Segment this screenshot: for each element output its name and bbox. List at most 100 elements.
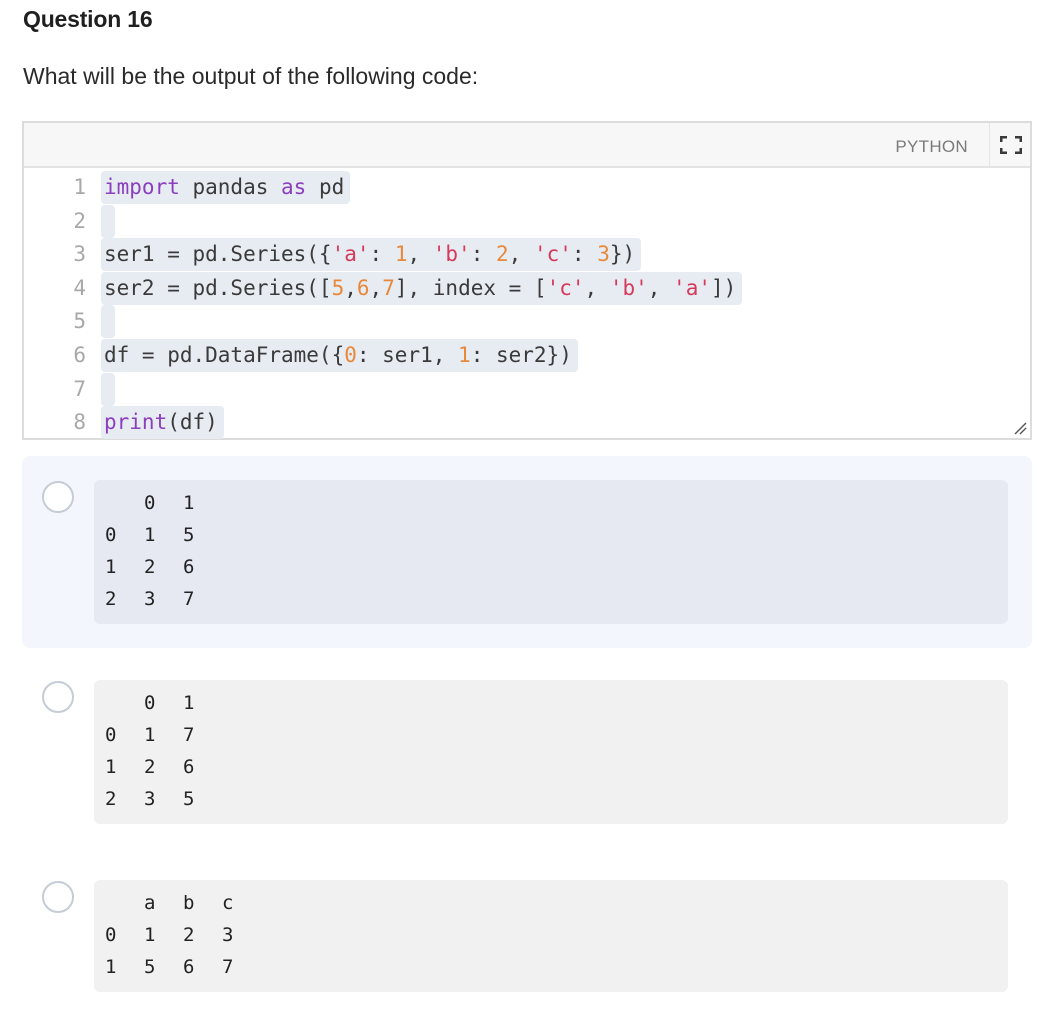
code-line: 1 import pandas as pd [24, 171, 1030, 205]
output-cell: 6 [183, 956, 195, 978]
output-cell: a [144, 892, 156, 914]
output-cell [105, 892, 144, 924]
output-cell: 2 [105, 788, 117, 810]
output-row: 0 1 5 [105, 524, 1008, 556]
code-token: 'b' [609, 275, 648, 300]
output-cell: 1 [144, 924, 156, 946]
output-cell: 2 [183, 924, 195, 946]
output-cell: 2 [105, 588, 117, 610]
output-cell: 0 [105, 724, 117, 746]
output-cell: 1 [183, 692, 195, 714]
answer-output: abc01231567 [94, 880, 1008, 992]
line-code [101, 372, 115, 406]
code-token: pd [306, 175, 345, 199]
output-cell: 7 [222, 956, 234, 978]
code-token: df = pd.DataFrame({ [104, 342, 345, 367]
question-prompt: What will be the output of the following… [23, 63, 479, 89]
code-token: ]) [710, 275, 737, 300]
code-token: , [407, 242, 433, 267]
code-token: (df) [167, 410, 218, 435]
code-token: 1 [458, 342, 471, 367]
header-divider [989, 123, 990, 166]
code-token: : [470, 242, 496, 267]
output-cell: 3 [144, 788, 156, 810]
output-cell: 1 [144, 524, 156, 546]
output-row: 2 3 7 [105, 588, 1008, 620]
line-code [101, 204, 115, 238]
output-cell [105, 692, 144, 724]
output-row: 0 1 7 [105, 724, 1008, 756]
code-token: ], index = [ [394, 275, 547, 300]
code-token: , [584, 275, 610, 300]
output-row: 01 [105, 492, 1008, 524]
code-token: print [104, 410, 168, 435]
question-title: Question 16 [23, 6, 153, 32]
output-cell: 6 [183, 756, 195, 778]
line-number: 4 [73, 275, 86, 300]
line-number: 3 [73, 242, 86, 267]
output-row: 1 2 6 [105, 556, 1008, 588]
answer-option[interactable]: 0 1 0 1 7 1 2 6 2 3 5 [22, 664, 1032, 840]
code-line: 3 ser1 = pd.Series({'a': 1, 'b': 2, 'c': … [24, 238, 1030, 272]
output-cell: 1 [144, 724, 156, 746]
output-cell: 1 [105, 756, 117, 778]
expand-icon[interactable] [1000, 136, 1022, 154]
code-token: ser1 = pd.Series({ [104, 242, 332, 267]
line-number: 8 [73, 410, 86, 435]
code-token: : [571, 242, 598, 267]
code-token: 0 [344, 342, 357, 367]
output-cell: 7 [183, 588, 195, 610]
line-code: df = pd.DataFrame({0: ser1, 1: ser2}) [101, 338, 578, 372]
line-code: ser1 = pd.Series({'a': 1, 'b': 2, 'c': 3… [101, 238, 642, 272]
output-row: 1567 [105, 956, 1008, 988]
output-cell: 1 [105, 956, 117, 978]
code-token: ser2 = pd.Series([ [104, 275, 332, 300]
output-cell: 5 [183, 788, 195, 810]
code-token: 7 [382, 275, 395, 300]
output-cell [105, 492, 144, 524]
code-line: 4 ser2 = pd.Series([5,6,7], index = ['c',… [24, 271, 1030, 306]
code-token: import [104, 175, 180, 199]
output-cell: 6 [183, 556, 195, 578]
code-token: 1 [394, 242, 408, 267]
output-row: 2 3 5 [105, 788, 1008, 820]
code-line: 8 print(df) [24, 406, 1030, 440]
code-editor[interactable]: 1 import pandas as pd 2 3 ser1 = pd.Series({… [24, 168, 1030, 440]
code-token: 'c' [546, 275, 585, 300]
line-number: 5 [73, 309, 86, 334]
output-cell: c [222, 892, 234, 914]
output-cell: 1 [105, 556, 117, 578]
output-cell: 0 [144, 692, 156, 714]
output-cell: 0 [105, 524, 117, 546]
answer-option[interactable]: abc01231567 [22, 864, 1032, 1010]
output-cell: 2 [144, 756, 156, 778]
output-cell: 0 [105, 924, 117, 946]
output-row: a b c [105, 892, 1008, 924]
line-code: ser2 = pd.Series([5,6,7], index = ['c', … [101, 271, 743, 305]
output-cell: b [183, 892, 195, 914]
code-token: 3 [597, 242, 610, 267]
radio-button[interactable] [42, 481, 74, 513]
output-cell: 7 [183, 724, 195, 746]
radio-button[interactable] [42, 881, 74, 913]
output-cell: 3 [222, 924, 234, 946]
code-token: , [647, 275, 674, 300]
answer-option[interactable]: 01015126237 [22, 456, 1032, 648]
line-code: print(df) [101, 406, 224, 440]
code-line: 7 [24, 372, 1030, 407]
code-token: , [369, 275, 383, 300]
output-cell: 1 [183, 492, 195, 514]
line-code [101, 305, 115, 339]
output-cell: 5 [144, 956, 156, 978]
radio-button[interactable] [42, 681, 74, 713]
code-line: 6 df = pd.DataFrame({0: ser1, 1: ser2}) [24, 338, 1030, 373]
line-code: import pandas as pd [101, 171, 351, 204]
code-token: pandas [179, 175, 282, 199]
resize-handle-icon[interactable] [1013, 421, 1027, 435]
answer-output: 0 1 0 1 7 1 2 6 2 3 5 [94, 680, 1008, 824]
output-cell: 3 [144, 588, 156, 610]
line-number: 2 [73, 208, 86, 233]
code-line: 5 [24, 305, 1030, 339]
code-token: 6 [356, 275, 370, 300]
output-cell: 5 [183, 524, 195, 546]
